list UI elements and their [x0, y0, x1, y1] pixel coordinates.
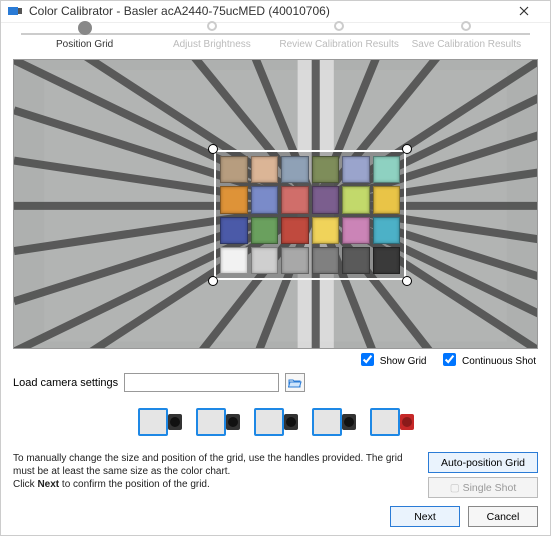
camera-thumbnail	[250, 400, 302, 444]
color-patch	[220, 186, 248, 213]
color-patch	[220, 247, 248, 274]
color-patch	[281, 186, 309, 213]
color-patch	[251, 186, 279, 213]
color-patch	[312, 186, 340, 213]
camera-row	[13, 400, 538, 444]
show-grid-checkbox[interactable]	[361, 353, 374, 366]
camera-thumbnail	[366, 400, 418, 444]
color-patch	[373, 156, 401, 183]
wizard-stepper: Position Grid Adjust Brightness Review C…	[1, 23, 550, 53]
color-patch	[312, 156, 340, 183]
instruction-line: Click Next to confirm the position of th…	[13, 478, 418, 491]
color-patch	[312, 217, 340, 244]
show-grid-label: Show Grid	[380, 356, 427, 367]
color-patch	[342, 217, 370, 244]
color-patch	[281, 156, 309, 183]
instruction-line: To manually change the size and position…	[13, 452, 418, 478]
preview-options: Show Grid Continuous Shot	[13, 349, 538, 371]
auto-position-grid-button[interactable]: Auto-position Grid	[428, 452, 538, 473]
color-patch	[251, 247, 279, 274]
step-dot	[78, 21, 92, 35]
step-label: Adjust Brightness	[148, 39, 275, 50]
load-settings-label: Load camera settings	[13, 377, 118, 389]
camera-thumbnail	[192, 400, 244, 444]
step-adjust-brightness[interactable]: Adjust Brightness	[148, 25, 275, 50]
side-buttons: Auto-position Grid ▢ Single Shot	[428, 452, 538, 498]
color-patch	[342, 156, 370, 183]
continuous-shot-checkbox[interactable]	[443, 353, 456, 366]
folder-open-icon	[288, 377, 302, 389]
grid-handle-top-right[interactable]	[402, 144, 412, 154]
single-shot-button: ▢ Single Shot	[428, 477, 538, 498]
cancel-button[interactable]: Cancel	[468, 506, 538, 527]
grid-handle-bottom-left[interactable]	[208, 276, 218, 286]
step-position-grid[interactable]: Position Grid	[21, 25, 148, 50]
step-review-results[interactable]: Review Calibration Results	[276, 25, 403, 50]
instructions-text: To manually change the size and position…	[13, 452, 418, 491]
step-label: Position Grid	[21, 39, 148, 50]
step-label: Save Calibration Results	[403, 39, 530, 50]
show-grid-option[interactable]: Show Grid	[361, 356, 429, 367]
grid-handle-top-left[interactable]	[208, 144, 218, 154]
color-patch	[220, 217, 248, 244]
camera-thumbnail	[134, 400, 186, 444]
color-patch	[281, 217, 309, 244]
color-patch	[373, 247, 401, 274]
camera-thumbnail	[308, 400, 360, 444]
color-patch	[373, 217, 401, 244]
grid-handle-bottom-right[interactable]	[402, 276, 412, 286]
load-settings-row: Load camera settings	[13, 373, 538, 392]
color-patch	[220, 156, 248, 183]
app-icon	[7, 3, 23, 19]
next-button[interactable]: Next	[390, 506, 460, 527]
continuous-shot-option[interactable]: Continuous Shot	[443, 356, 536, 367]
step-dot	[207, 21, 217, 31]
color-patch	[312, 247, 340, 274]
color-patch	[373, 186, 401, 213]
color-patch	[342, 247, 370, 274]
bottom-row: To manually change the size and position…	[13, 452, 538, 498]
step-label: Review Calibration Results	[276, 39, 403, 50]
open-file-button[interactable]	[285, 373, 305, 392]
step-save-results[interactable]: Save Calibration Results	[403, 25, 530, 50]
camera-preview[interactable]	[13, 59, 538, 349]
color-patch	[251, 156, 279, 183]
continuous-shot-label: Continuous Shot	[462, 356, 536, 367]
load-settings-input[interactable]	[124, 373, 279, 392]
step-dot	[461, 21, 471, 31]
window-title: Color Calibrator - Basler acA2440-75ucME…	[29, 4, 504, 18]
footer: Next Cancel	[1, 498, 550, 535]
color-patch	[281, 247, 309, 274]
color-chart-grid[interactable]	[214, 150, 406, 280]
color-calibrator-window: Color Calibrator - Basler acA2440-75ucME…	[0, 0, 551, 536]
color-patch	[251, 217, 279, 244]
step-dot	[334, 21, 344, 31]
close-button[interactable]	[504, 1, 544, 22]
content-area: Show Grid Continuous Shot Load camera se…	[1, 53, 550, 498]
titlebar: Color Calibrator - Basler acA2440-75ucME…	[1, 1, 550, 23]
color-patch	[342, 186, 370, 213]
